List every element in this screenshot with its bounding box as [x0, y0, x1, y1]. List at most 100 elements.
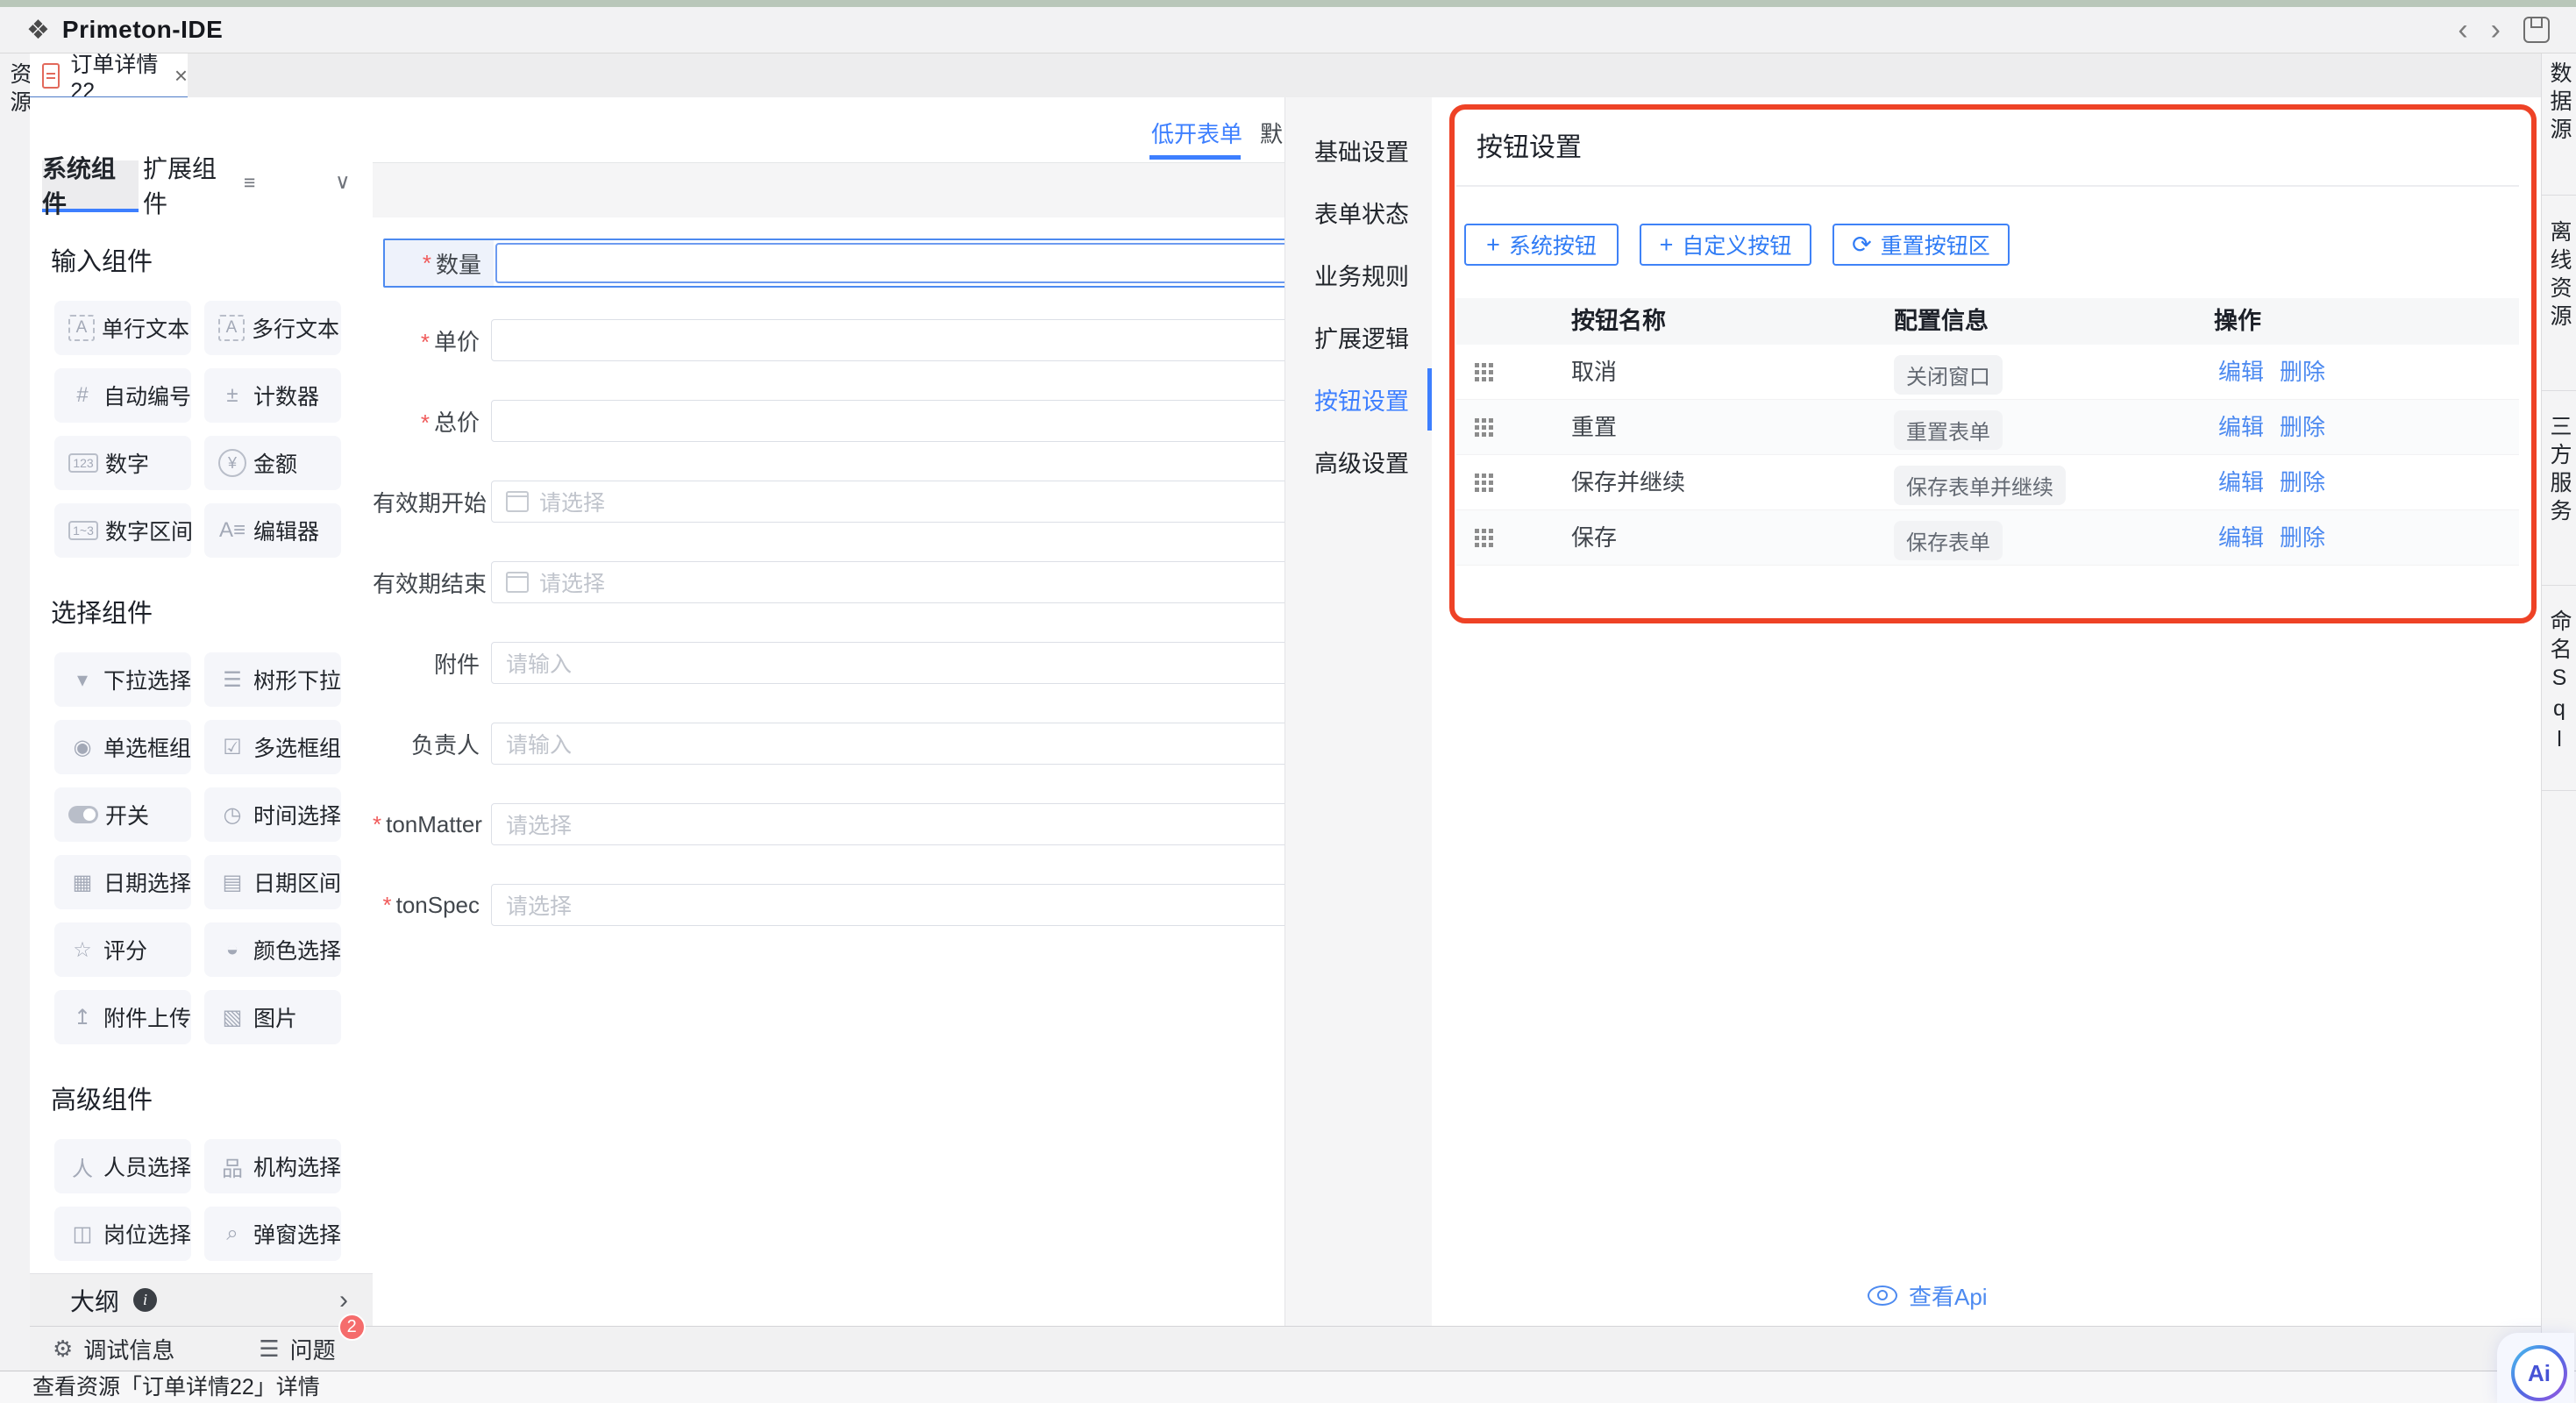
component-item-label: 日期选择 [103, 866, 191, 898]
calendar-icon [506, 572, 529, 593]
field-input[interactable] [491, 319, 1284, 361]
chevron-right-icon: › [339, 1285, 348, 1315]
rail-item-namedsql[interactable]: 命名Sql [2542, 609, 2576, 758]
component-item[interactable]: ☆ 评分 [54, 922, 191, 977]
divider [1456, 185, 2519, 187]
form-field-row[interactable]: *tonSpec 请选择 [373, 884, 1284, 926]
field-input[interactable]: 请选择 [491, 481, 1284, 523]
component-item[interactable]: ¥ 金额 [204, 436, 341, 490]
toolbar-button[interactable]: ⟳ 重置按钮区 [1832, 224, 2010, 266]
component-item-label: 颜色选择 [253, 934, 341, 965]
edit-link[interactable]: 编辑 [2218, 345, 2264, 399]
component-item-label: 编辑器 [253, 515, 319, 546]
ai-assistant-button[interactable]: Ai [2511, 1345, 2567, 1401]
button-toolbar: + 系统按钮 + 自定义按钮 ⟳ 重置按钮区 [1464, 224, 2010, 266]
tab-close-icon[interactable]: × [174, 62, 188, 89]
field-input[interactable]: 请选择 [491, 884, 1284, 926]
component-item[interactable]: ▦ 日期选择 [54, 855, 191, 909]
component-item[interactable]: 品 机构选择 [204, 1139, 341, 1193]
component-panel: 系统组件 扩展组件 ≡ ∨ 输入组件 A 单行文本 A 多行文本 # 自动编号 [30, 97, 374, 1326]
table-row: 重置 重置表单 编辑 删除 [1456, 400, 2519, 455]
component-item[interactable]: ☰ 树形下拉 [204, 652, 341, 707]
component-item[interactable]: ± 计数器 [204, 368, 341, 423]
toolbar-button[interactable]: + 自定义按钮 [1640, 224, 1811, 266]
form-field-row[interactable]: *单价 [373, 319, 1284, 361]
settings-nav-item[interactable]: 表单状态 [1285, 182, 1432, 244]
debug-icon: ⚙ [53, 1335, 73, 1363]
settings-nav-item[interactable]: 高级设置 [1285, 431, 1432, 493]
edit-link[interactable]: 编辑 [2218, 455, 2264, 509]
component-item[interactable]: ☑ 多选框组 [204, 720, 341, 774]
component-item[interactable]: ⌕ 弹窗选择 [204, 1207, 341, 1261]
editor-tab-bar: 订单详情22 × [30, 53, 2541, 98]
tab-order-detail[interactable]: 订单详情22 × [30, 53, 188, 97]
settings-nav-item[interactable]: 按钮设置 [1285, 368, 1432, 431]
field-input[interactable] [495, 243, 1284, 283]
divider [2542, 790, 2576, 791]
toolbar-button[interactable]: + 系统按钮 [1464, 224, 1619, 266]
component-item[interactable]: # 自动编号 [54, 368, 191, 423]
field-input[interactable] [491, 400, 1284, 442]
chevron-down-icon[interactable]: ∨ [335, 169, 351, 195]
drag-handle-icon[interactable] [1475, 363, 1479, 367]
field-input[interactable]: 请选择 [491, 803, 1284, 845]
settings-nav-item[interactable]: 基础设置 [1285, 119, 1432, 182]
component-item-label: 数字 [105, 447, 149, 479]
edit-link[interactable]: 编辑 [2218, 400, 2264, 454]
settings-nav-item[interactable]: 业务规则 [1285, 244, 1432, 306]
form-field-row[interactable]: *有效期开始 请选择 [373, 481, 1284, 523]
component-item[interactable]: 123 数字 [54, 436, 191, 490]
component-item[interactable]: ◉ 单选框组 [54, 720, 191, 774]
eye-icon [1868, 1285, 1897, 1306]
panel-menu-icon[interactable]: ≡ [244, 171, 255, 195]
tab-system-components[interactable]: 系统组件 [42, 160, 139, 212]
drag-handle-icon[interactable] [1475, 529, 1479, 533]
component-item[interactable]: ▤ 日期区间 [204, 855, 341, 909]
delete-link[interactable]: 删除 [2280, 345, 2325, 399]
form-field-row[interactable]: *tonMatter 请选择 [373, 803, 1284, 845]
debug-info-button[interactable]: ⚙ 调试信息 [53, 1333, 174, 1365]
edit-link[interactable]: 编辑 [2218, 510, 2264, 565]
outline-bar[interactable]: 大纲 i › [30, 1273, 373, 1326]
delete-link[interactable]: 删除 [2280, 455, 2325, 509]
component-item[interactable]: 1~3 数字区间 [54, 503, 191, 558]
issues-button[interactable]: ☰ 问题 2 [259, 1333, 335, 1365]
drag-handle-icon[interactable] [1475, 474, 1479, 478]
table-row: 保存 保存表单 编辑 删除 [1456, 510, 2519, 566]
component-item[interactable]: A 单行文本 [54, 301, 191, 355]
view-api-link[interactable]: 查看Api [1868, 1279, 1988, 1312]
tab-clipped[interactable]: 默 [1260, 117, 1283, 149]
field-input[interactable]: 请选择 [491, 561, 1284, 603]
component-item[interactable]: A≡ 编辑器 [204, 503, 341, 558]
rail-item-offline[interactable]: 离线资源 [2542, 220, 2576, 332]
component-panel-tabs: 系统组件 扩展组件 ≡ ∨ [30, 160, 373, 210]
component-item[interactable]: 人 人员选择 [54, 1139, 191, 1193]
form-field-row[interactable]: *有效期结束 请选择 [373, 561, 1284, 603]
nav-forward-icon[interactable]: › [2491, 15, 2501, 45]
component-item[interactable]: 开关 [54, 787, 191, 842]
rail-item-thirdparty[interactable]: 三方服务 [2542, 415, 2576, 527]
form-field-row[interactable]: *总价 [373, 400, 1284, 442]
tab-extension-components[interactable]: 扩展组件 [143, 160, 239, 209]
component-item[interactable]: A 多行文本 [204, 301, 341, 355]
field-input[interactable]: 请输入 [491, 723, 1284, 765]
component-item[interactable]: ◷ 时间选择 [204, 787, 341, 842]
component-item[interactable]: ↥ 附件上传 [54, 990, 191, 1044]
settings-nav-item[interactable]: 扩展逻辑 [1285, 306, 1432, 368]
tab-lowcode-form[interactable]: 低开表单 [1151, 117, 1242, 149]
component-item[interactable]: ▾ 下拉选择 [54, 652, 191, 707]
delete-link[interactable]: 删除 [2280, 400, 2325, 454]
component-item[interactable]: ▧ 图片 [204, 990, 341, 1044]
form-field-row[interactable]: *数量 [383, 239, 1284, 288]
form-field-row[interactable]: *附件 请输入 [373, 642, 1284, 684]
nav-back-icon[interactable]: ‹ [2458, 15, 2467, 45]
component-item[interactable]: ◒ 颜色选择 [204, 922, 341, 977]
component-item[interactable]: ◫ 岗位选择 [54, 1207, 191, 1261]
rail-item-datasource[interactable]: 数据源 [2542, 61, 2576, 146]
counter-icon: ± [218, 383, 246, 408]
drag-handle-icon[interactable] [1475, 418, 1479, 423]
delete-link[interactable]: 删除 [2280, 510, 2325, 565]
form-field-row[interactable]: *负责人 请输入 [373, 723, 1284, 765]
save-icon[interactable] [2523, 17, 2550, 43]
field-input[interactable]: 请输入 [491, 642, 1284, 684]
